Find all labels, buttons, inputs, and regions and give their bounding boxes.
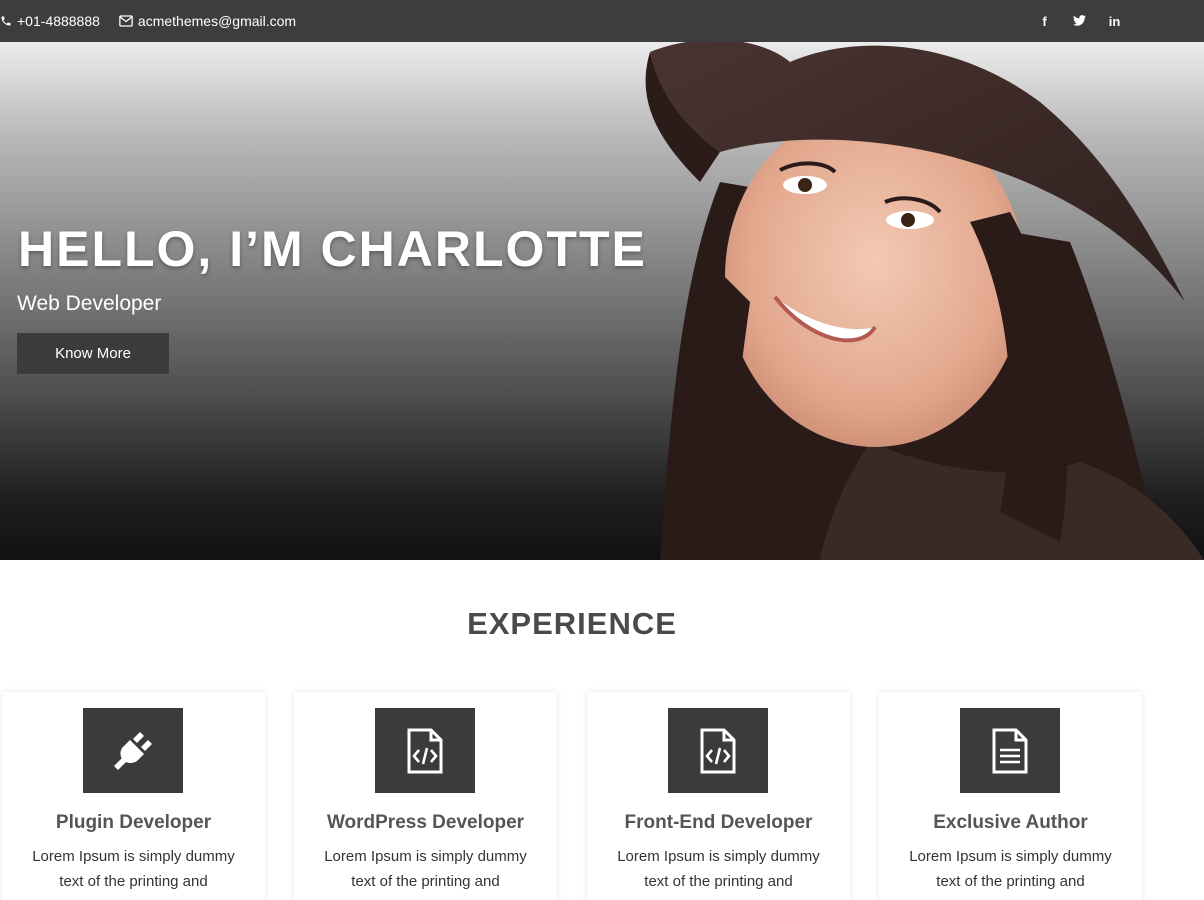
card-icon-box bbox=[960, 708, 1060, 793]
experience-card-plugin: Plugin Developer Lorem Ipsum is simply d… bbox=[2, 692, 265, 900]
card-title: Plugin Developer bbox=[55, 812, 212, 833]
card-title: WordPress Developer bbox=[326, 812, 525, 833]
twitter-icon[interactable] bbox=[1062, 14, 1097, 29]
email-address: acmethemes@gmail.com bbox=[137, 13, 297, 29]
hero-subtitle: Web Developer bbox=[17, 292, 162, 315]
code-file-icon bbox=[407, 728, 443, 773]
card-text: Lorem Ipsum is simply dummy text of the … bbox=[909, 848, 1112, 900]
code-file-icon bbox=[700, 728, 736, 773]
portrait-image bbox=[645, 42, 1204, 560]
card-title: Exclusive Author bbox=[933, 812, 1088, 833]
card-text: Lorem Ipsum is simply dummy text of the … bbox=[617, 848, 820, 900]
contact-info: +01-4888888 acmethemes@gmail.com bbox=[0, 0, 315, 42]
phone-number: +01-4888888 bbox=[17, 13, 100, 29]
know-more-button[interactable]: Know More bbox=[17, 333, 169, 374]
plug-icon bbox=[114, 731, 152, 770]
card-text: Lorem Ipsum is simply dummy text of the … bbox=[32, 848, 235, 900]
experience-card-wordpress: WordPress Developer Lorem Ipsum is simpl… bbox=[294, 692, 557, 900]
card-icon-box bbox=[83, 708, 183, 793]
phone-contact[interactable]: +01-4888888 bbox=[0, 13, 100, 29]
card-icon-box bbox=[668, 708, 768, 793]
card-title: Front-End Developer bbox=[624, 812, 813, 833]
card-text: Lorem Ipsum is simply dummy text of the … bbox=[324, 848, 527, 900]
linkedin-icon[interactable]: in bbox=[1097, 14, 1132, 29]
email-contact[interactable]: acmethemes@gmail.com bbox=[119, 13, 296, 29]
card-icon-box bbox=[375, 708, 475, 793]
document-icon bbox=[992, 728, 1028, 773]
experience-card-frontend: Front-End Developer Lorem Ipsum is simpl… bbox=[587, 692, 850, 900]
social-links: f in bbox=[1027, 0, 1132, 42]
phone-icon bbox=[1, 16, 11, 26]
top-bar: +01-4888888 acmethemes@gmail.com f in bbox=[0, 0, 1204, 42]
hero-title: HELLO, I’M CHARLOTTE bbox=[18, 221, 647, 277]
envelope-icon bbox=[119, 15, 133, 27]
facebook-icon[interactable]: f bbox=[1027, 14, 1062, 29]
experience-title: EXPERIENCE bbox=[467, 606, 677, 641]
hero-banner: HELLO, I’M CHARLOTTE Web Developer Know … bbox=[0, 42, 1204, 560]
experience-card-author: Exclusive Author Lorem Ipsum is simply d… bbox=[879, 692, 1142, 900]
